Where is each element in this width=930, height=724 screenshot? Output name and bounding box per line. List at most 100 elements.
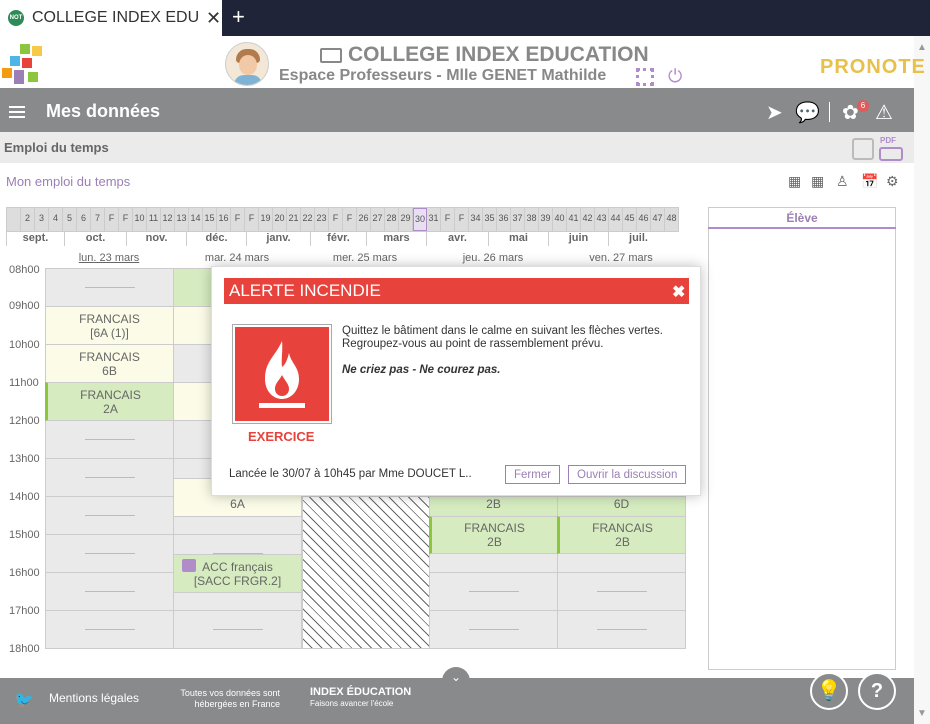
week-cell[interactable]: 36: [497, 208, 511, 231]
week-cell[interactable]: 29: [399, 208, 413, 231]
week-cell[interactable]: 40: [553, 208, 567, 231]
week-cell[interactable]: 7: [91, 208, 105, 231]
avatar[interactable]: [225, 42, 269, 86]
week-cell[interactable]: 10: [133, 208, 147, 231]
new-tab-button[interactable]: +: [232, 4, 245, 30]
time-slot[interactable]: [46, 459, 174, 497]
close-tab-icon[interactable]: ✕: [206, 8, 221, 29]
week-cell[interactable]: 12: [161, 208, 175, 231]
day-header-mon[interactable]: lun. 23 mars: [45, 252, 173, 264]
scroll-down-icon[interactable]: ▼: [917, 708, 927, 719]
week-cell[interactable]: F: [245, 208, 259, 231]
person-icon[interactable]: ♙: [836, 173, 849, 190]
week-cell[interactable]: 6: [77, 208, 91, 231]
week-cell[interactable]: 37: [511, 208, 525, 231]
week-cell[interactable]: 2: [21, 208, 35, 231]
week-cell[interactable]: 4: [49, 208, 63, 231]
week-cell[interactable]: 28: [385, 208, 399, 231]
week-cell[interactable]: F: [455, 208, 469, 231]
time-slot[interactable]: [46, 497, 174, 535]
index-education-logo[interactable]: INDEX ÉDUCATION Faisons avancer l'école: [310, 687, 411, 709]
lesson-card[interactable]: 6D: [557, 496, 686, 517]
week-cell[interactable]: 30: [413, 208, 427, 231]
week-cell[interactable]: 5: [63, 208, 77, 231]
time-slot[interactable]: [46, 421, 174, 459]
settings-icon[interactable]: ⚙: [886, 173, 899, 190]
lesson-card[interactable]: ACC français [SACC FRGR.2]: [173, 554, 302, 593]
save-icon[interactable]: [852, 138, 874, 160]
print-icon[interactable]: [879, 147, 903, 161]
week-cell[interactable]: 13: [175, 208, 189, 231]
week-cell[interactable]: 14: [189, 208, 203, 231]
lightbulb-icon[interactable]: 💡: [810, 672, 848, 710]
day-header-fri[interactable]: ven. 27 mars: [557, 252, 685, 264]
week-cell[interactable]: F: [231, 208, 245, 231]
week-cell[interactable]: 46: [637, 208, 651, 231]
week-cell[interactable]: 16: [217, 208, 231, 231]
time-slot[interactable]: [174, 611, 302, 649]
week-cell[interactable]: 47: [651, 208, 665, 231]
chevron-down-icon[interactable]: ⌄: [442, 667, 470, 689]
time-slot[interactable]: [46, 269, 174, 307]
time-slot[interactable]: [46, 611, 174, 649]
lesson-card[interactable]: 2B: [429, 496, 558, 517]
week-selector[interactable]: 2 3 4 5 6 7 F F 10 11 12 13 14 15 16 F F 19 20 21 22 23 F F 26 27…: [6, 207, 679, 232]
week-cell[interactable]: 27: [371, 208, 385, 231]
week-cell[interactable]: F: [105, 208, 119, 231]
time-slot[interactable]: [558, 611, 686, 649]
power-icon[interactable]: ⏻: [668, 66, 682, 87]
browser-tab[interactable]: NOT COLLEGE INDEX EDUCATION ✕: [0, 0, 222, 36]
lesson-card[interactable]: FRANCAIS 2A: [45, 382, 174, 421]
week-cell[interactable]: 15: [203, 208, 217, 231]
week-cell[interactable]: F: [343, 208, 357, 231]
menu-icon[interactable]: [9, 106, 25, 118]
send-icon[interactable]: ➤: [766, 100, 783, 125]
time-slot[interactable]: [46, 573, 174, 611]
day-header-tue[interactable]: mar. 24 mars: [173, 252, 301, 264]
lesson-card[interactable]: FRANCAIS 2B: [557, 516, 686, 554]
week-cell[interactable]: 48: [665, 208, 679, 231]
time-slot[interactable]: [430, 573, 558, 611]
time-slot[interactable]: [430, 611, 558, 649]
day-header-wed[interactable]: mer. 25 mars: [301, 252, 429, 264]
qr-code-icon[interactable]: [636, 68, 654, 86]
week-cell[interactable]: 26: [357, 208, 371, 231]
open-discussion-button[interactable]: Ouvrir la discussion: [568, 465, 687, 484]
chat-icon[interactable]: 💬: [795, 100, 820, 125]
legal-link[interactable]: Mentions légales: [49, 691, 139, 705]
timetable-export-icon[interactable]: ▦: [811, 173, 824, 190]
lesson-card[interactable]: FRANCAIS [6A (1)]: [45, 306, 174, 345]
week-cell[interactable]: 22: [301, 208, 315, 231]
week-cell[interactable]: 44: [609, 208, 623, 231]
week-cell[interactable]: 39: [539, 208, 553, 231]
scroll-up-icon[interactable]: ▲: [917, 42, 927, 53]
week-cell[interactable]: 38: [525, 208, 539, 231]
alarm-icon[interactable]: ⚠: [875, 100, 893, 125]
close-icon[interactable]: ✖: [672, 282, 685, 302]
ical-icon[interactable]: 📅: [861, 173, 878, 190]
week-cell[interactable]: [7, 208, 21, 231]
week-cell[interactable]: 42: [581, 208, 595, 231]
week-cell[interactable]: 20: [273, 208, 287, 231]
week-cell[interactable]: 21: [287, 208, 301, 231]
week-cell[interactable]: 35: [483, 208, 497, 231]
week-cell[interactable]: 11: [147, 208, 161, 231]
week-cell[interactable]: 43: [595, 208, 609, 231]
timetable-view-icon[interactable]: ▦: [788, 173, 801, 190]
time-slot[interactable]: [46, 535, 174, 573]
help-button[interactable]: ?: [858, 672, 896, 710]
lesson-card[interactable]: FRANCAIS 6B: [45, 344, 174, 383]
time-slot[interactable]: [558, 573, 686, 611]
week-cell[interactable]: F: [441, 208, 455, 231]
week-cell[interactable]: 41: [567, 208, 581, 231]
week-cell[interactable]: 34: [469, 208, 483, 231]
scrollbar[interactable]: ▲ ▼: [914, 36, 930, 724]
close-alert-button[interactable]: Fermer: [505, 465, 561, 484]
twitter-icon[interactable]: 🐦: [14, 690, 34, 710]
week-cell[interactable]: 23: [315, 208, 329, 231]
lesson-card[interactable]: FRANCAIS 2B: [429, 516, 558, 554]
week-cell[interactable]: F: [119, 208, 133, 231]
week-cell[interactable]: F: [329, 208, 343, 231]
week-cell[interactable]: 45: [623, 208, 637, 231]
week-cell[interactable]: 3: [35, 208, 49, 231]
